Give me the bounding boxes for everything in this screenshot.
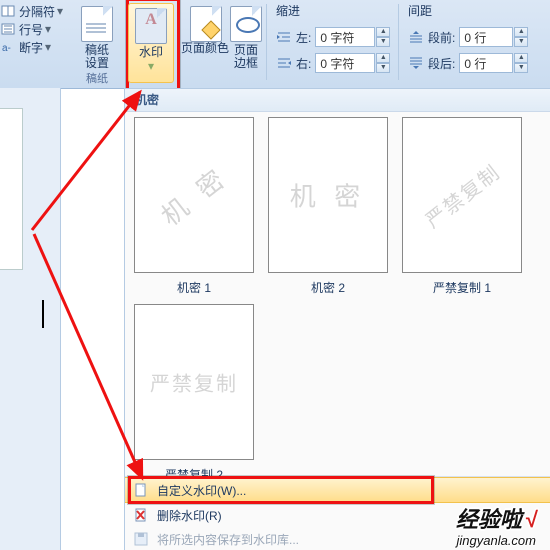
spin-up-icon[interactable]: ▲ — [376, 53, 390, 63]
watermark-gallery: 机 密 机密 1 机 密 机密 2 严禁复制 严禁复制 1 严禁复制 严禁复制 … — [131, 117, 545, 483]
page-color-label: 页面颜色 — [181, 42, 229, 55]
indent-left-row: 左: 0 字符 ▲▼ — [276, 26, 390, 48]
mini-label: 行号 — [19, 21, 43, 38]
spacing-after-icon — [408, 56, 424, 70]
gallery-item-confidential-1[interactable]: 机 密 机密 1 — [131, 117, 257, 296]
hyphenation-button[interactable]: a- 断字 ▾ — [0, 38, 67, 56]
chevron-down-icon: ▾ — [57, 4, 63, 18]
indent-left-value: 0 字符 — [320, 29, 354, 46]
spacing-group: 段前: 0 行 ▲▼ 段后: 0 行 ▲▼ — [408, 22, 528, 78]
site-logo: 经验啦√ — [456, 502, 538, 534]
indent-right-spinner[interactable]: ▲▼ — [376, 53, 390, 73]
spacing-before-row: 段前: 0 行 ▲▼ — [408, 26, 528, 48]
group-label-stationery: 稿纸 — [70, 70, 124, 548]
stationery-label: 稿纸 设置 — [85, 44, 109, 70]
indent-left-spinner[interactable]: ▲▼ — [376, 27, 390, 47]
gallery-item-nocopy-1[interactable]: 严禁复制 严禁复制 1 — [399, 117, 525, 296]
spacing-after-row: 段后: 0 行 ▲▼ — [408, 52, 528, 74]
save-icon — [133, 531, 149, 547]
indent-right-value: 0 字符 — [320, 55, 354, 72]
separator-icon — [0, 3, 16, 19]
spacing-after-input[interactable]: 0 行 — [459, 53, 513, 73]
spin-up-icon[interactable]: ▲ — [514, 27, 528, 37]
spin-down-icon[interactable]: ▼ — [514, 37, 528, 47]
indent-left-icon — [276, 30, 292, 44]
indent-right-icon — [276, 56, 292, 70]
document-page[interactable] — [0, 108, 23, 270]
gallery-thumb: 严禁复制 — [134, 304, 254, 460]
annotation-highlight-custom — [128, 476, 434, 504]
indent-left-label: 左: — [296, 29, 311, 46]
mini-label: 断字 — [19, 39, 43, 56]
indent-right-label: 右: — [296, 55, 311, 72]
svg-text:a-: a- — [2, 43, 11, 53]
line-number-button[interactable]: 行号 ▾ — [0, 20, 67, 38]
gallery-item-nocopy-2[interactable]: 严禁复制 严禁复制 2 — [131, 304, 257, 483]
gallery-thumb: 严禁复制 — [402, 117, 522, 273]
menu-label: 删除水印(R) — [157, 507, 222, 524]
spin-up-icon[interactable]: ▲ — [376, 27, 390, 37]
page-color-button[interactable]: 页面颜色 — [178, 2, 232, 72]
spacing-before-icon — [408, 30, 424, 44]
remove-icon — [133, 507, 149, 523]
page-border-icon — [230, 6, 262, 42]
indent-group: 左: 0 字符 ▲▼ 右: 0 字符 ▲▼ — [276, 22, 390, 78]
watermark-icon: A — [135, 8, 167, 44]
watermark-button[interactable]: A 水印 ▾ — [128, 3, 174, 83]
gallery-thumb: 机 密 — [134, 117, 254, 273]
gallery-caption: 严禁复制 1 — [433, 279, 491, 296]
hyphenation-icon: a- — [0, 39, 16, 55]
watermark-text: 严禁复制 — [418, 156, 505, 233]
spacing-after-value: 0 行 — [464, 55, 486, 72]
gallery-caption: 机密 1 — [177, 279, 211, 296]
indent-right-row: 右: 0 字符 ▲▼ — [276, 52, 390, 74]
watermark-text: 严禁复制 — [150, 368, 238, 397]
chevron-down-icon: ▾ — [45, 22, 51, 36]
spacing-after-spinner[interactable]: ▲▼ — [514, 53, 528, 73]
separator-button[interactable]: 分隔符 ▾ — [0, 2, 67, 20]
page-border-label: 页面 边框 — [234, 44, 258, 70]
gallery-caption: 机密 2 — [311, 279, 345, 296]
ribbon-left-group: 分隔符 ▾ 行号 ▾ a- 断字 ▾ — [0, 0, 67, 88]
watermark-text: 机 密 — [152, 157, 235, 233]
gallery-item-confidential-2[interactable]: 机 密 机密 2 — [265, 117, 391, 296]
page-border-button[interactable]: 页面 边框 — [226, 2, 266, 72]
spacing-after-label: 段后: — [428, 55, 455, 72]
group-title-indent: 缩进 — [276, 2, 300, 19]
chevron-down-icon: ▾ — [148, 59, 154, 73]
site-url: jingyanla.com — [457, 533, 537, 548]
line-number-icon — [0, 21, 16, 37]
indent-left-input[interactable]: 0 字符 — [315, 27, 375, 47]
gallery-thumb: 机 密 — [268, 117, 388, 273]
dropdown-header: 机密 — [125, 89, 550, 112]
spacing-before-label: 段前: — [428, 29, 455, 46]
watermark-text: 机 密 — [290, 177, 367, 214]
group-title-spacing: 间距 — [408, 2, 432, 19]
chevron-down-icon: ▾ — [45, 40, 51, 54]
separator — [266, 4, 267, 80]
spin-up-icon[interactable]: ▲ — [514, 53, 528, 63]
separator — [398, 4, 399, 80]
indent-right-input[interactable]: 0 字符 — [315, 53, 375, 73]
check-icon: √ — [526, 507, 538, 532]
spacing-before-value: 0 行 — [464, 29, 486, 46]
spin-down-icon[interactable]: ▼ — [376, 37, 390, 47]
mini-label: 分隔符 — [19, 3, 55, 20]
stationery-button[interactable]: 稿纸 设置 — [70, 2, 124, 72]
spacing-before-input[interactable]: 0 行 — [459, 27, 513, 47]
menu-label: 将所选内容保存到水印库... — [157, 531, 299, 548]
stationery-icon — [81, 6, 113, 42]
spin-down-icon[interactable]: ▼ — [376, 63, 390, 73]
watermark-label: 水印 — [139, 46, 163, 59]
page-color-icon — [190, 6, 220, 40]
spin-down-icon[interactable]: ▼ — [514, 63, 528, 73]
spacing-before-spinner[interactable]: ▲▼ — [514, 27, 528, 47]
text-caret — [42, 300, 44, 328]
